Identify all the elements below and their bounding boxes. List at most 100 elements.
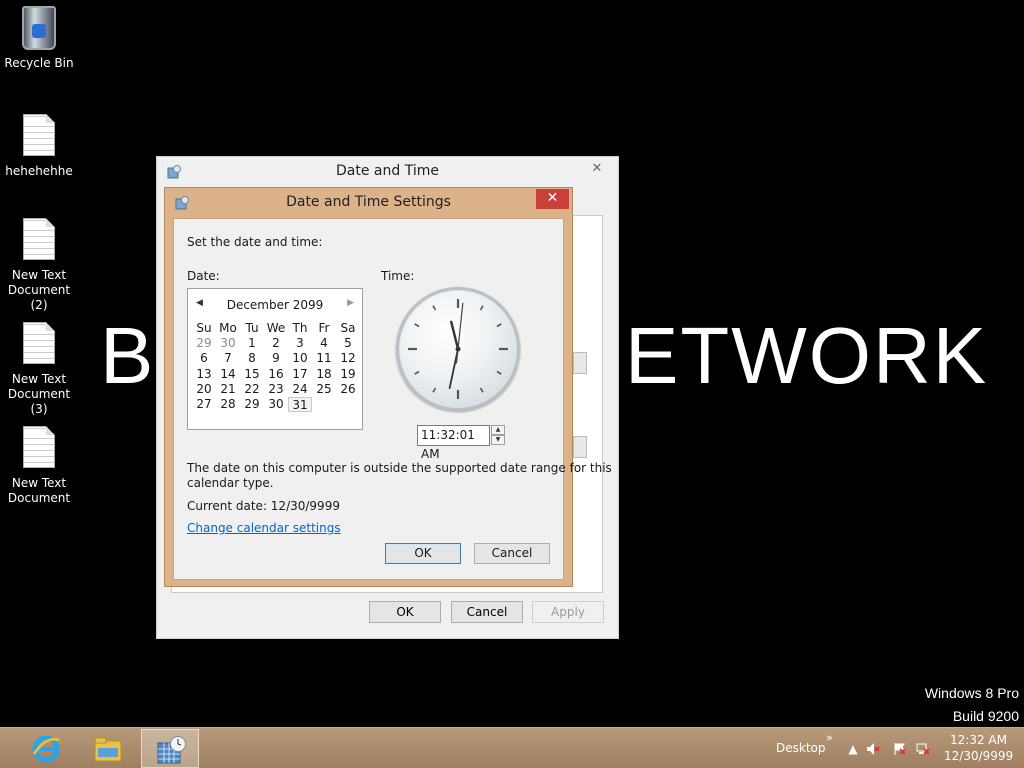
text-document-icon (23, 218, 55, 260)
calendar-day[interactable]: 25 (312, 382, 336, 397)
calendar-day[interactable]: 9 (264, 351, 288, 366)
action-center-flag-icon[interactable] (893, 742, 907, 756)
weekday-label: Th (292, 321, 308, 335)
network-disconnected-icon[interactable] (916, 742, 930, 756)
date-label: Date: (187, 269, 220, 283)
calendar-day[interactable]: 31 (288, 396, 312, 413)
show-hidden-icons-icon[interactable]: ▲ (846, 742, 860, 756)
calendar-day[interactable]: 11 (312, 351, 336, 366)
calendar-day[interactable]: 5 (336, 336, 360, 351)
clock-tick (414, 370, 420, 375)
calendar-week-row: 27 28 29 30 31 (192, 396, 360, 413)
spin-down-icon[interactable]: ▼ (491, 435, 505, 445)
date-time-settings-title: Date and Time Settings (286, 194, 451, 210)
warning-text-line1: The date on this computer is outside the… (187, 461, 612, 475)
calendar-day[interactable]: 13 (192, 367, 216, 382)
calendar-day[interactable]: 16 (264, 367, 288, 382)
calendar-day[interactable]: 3 (288, 336, 312, 351)
time-label: Time: (381, 269, 415, 283)
calendar-day[interactable]: 15 (240, 367, 264, 382)
tray-clock-date[interactable]: 12/30/9999 (944, 749, 1013, 763)
tray-clock-time[interactable]: 12:32 AM (950, 733, 1007, 747)
internet-explorer-icon (32, 735, 60, 763)
calendar-day[interactable]: 8 (240, 351, 264, 366)
desktop-icon-label: hehehehhe (5, 164, 73, 178)
clock-tick (479, 387, 484, 393)
date-time-settings-dialog: Date and Time Settings ✕ Set the date an… (164, 187, 612, 587)
date-time-settings-titlebar[interactable]: Date and Time Settings ✕ (165, 188, 572, 218)
ok-button[interactable]: OK (369, 601, 441, 623)
calendar-day[interactable]: 21 (216, 382, 240, 397)
calendar-day[interactable]: 28 (216, 397, 240, 412)
desktop-icon-hehehehhe[interactable]: hehehehhe (0, 114, 78, 179)
calendar-day[interactable]: 17 (288, 367, 312, 382)
weekday-label: Su (196, 321, 212, 335)
desktop-icon-new-text-document-3[interactable]: New Text Document (3) (0, 322, 78, 417)
text-document-icon (23, 322, 55, 364)
calendar-day[interactable]: 30 (216, 336, 240, 351)
cancel-button[interactable]: Cancel (451, 601, 523, 623)
apply-button[interactable]: Apply (532, 601, 604, 623)
calendar-day[interactable]: 23 (264, 382, 288, 397)
desktop-icon-new-text-document-2[interactable]: New Text Document (2) (0, 218, 78, 313)
text-document-icon (23, 114, 55, 156)
weekday-label: Tu (245, 321, 259, 335)
calendar-day[interactable]: 12 (336, 351, 360, 366)
calendar-day[interactable]: 19 (336, 367, 360, 382)
time-spinner[interactable]: ▲ ▼ (491, 425, 505, 446)
calendar-day[interactable]: 27 (192, 397, 216, 412)
calendar-day[interactable]: 29 (192, 336, 216, 351)
instruction-text: Set the date and time: (187, 235, 323, 249)
desktop-toolbar-label[interactable]: Desktop (776, 741, 826, 755)
calendar-week-row: 20 21 22 23 24 25 26 (192, 382, 360, 397)
close-button[interactable]: ✕ (536, 189, 569, 209)
calendar-day[interactable]: 30 (264, 397, 288, 412)
chevron-right-icon[interactable]: ▶ (347, 298, 354, 308)
calendar-day[interactable]: 20 (192, 382, 216, 397)
calendar-day[interactable]: 22 (240, 382, 264, 397)
calendar-month-year[interactable]: December 2099 (188, 298, 362, 312)
change-calendar-settings-link[interactable]: Change calendar settings (187, 521, 341, 535)
taskbar-date-and-time[interactable] (141, 729, 199, 768)
toolbar-chevron-icon[interactable]: » (826, 731, 833, 744)
calendar-week-row: 29 30 1 2 3 4 5 (192, 336, 360, 351)
calendar-day[interactable]: 14 (216, 367, 240, 382)
close-button[interactable]: ✕ (584, 160, 610, 178)
desktop-icon-label: New Text Document (2) (7, 268, 71, 312)
clock-hour-hand (450, 320, 460, 351)
calendar-day[interactable]: 10 (288, 351, 312, 366)
calendar-day[interactable]: 4 (312, 336, 336, 351)
calendar-day[interactable]: 26 (336, 382, 360, 397)
cancel-button[interactable]: Cancel (474, 543, 550, 564)
taskbar-file-explorer[interactable] (78, 729, 136, 768)
desktop-icon-label: New Text Document (3) (7, 372, 71, 416)
hidden-panel-button[interactable] (573, 436, 587, 458)
calendar-day[interactable]: 7 (216, 351, 240, 366)
clock-face (408, 299, 508, 399)
calendar-day[interactable]: 18 (312, 367, 336, 382)
volume-muted-icon[interactable] (866, 742, 880, 756)
clock-second-hand (455, 302, 464, 364)
clock-tick (414, 323, 420, 328)
clock-tick (479, 305, 484, 311)
clock-tick (496, 370, 502, 375)
taskbar-internet-explorer[interactable] (16, 729, 74, 768)
hidden-panel-button[interactable] (573, 352, 587, 374)
calendar-day[interactable]: 6 (192, 351, 216, 366)
date-time-window-titlebar[interactable]: Date and Time ✕ (157, 157, 618, 187)
file-explorer-icon (94, 737, 122, 762)
ok-button[interactable]: OK (385, 543, 461, 564)
calendar-day[interactable]: 29 (240, 397, 264, 412)
calendar[interactable]: ◀ December 2099 ▶ Su Mo Tu We Th Fr Sa 29 30 1 2 3 4… (187, 288, 363, 430)
time-input[interactable]: 11:32:01 AM (417, 425, 490, 461)
calendar-day[interactable]: 1 (240, 336, 264, 351)
desktop-icon-new-text-document[interactable]: New Text Document (0, 426, 78, 506)
analog-clock (396, 287, 520, 411)
clock-tick (432, 305, 437, 311)
calendar-week-row: 13 14 15 16 17 18 19 (192, 367, 360, 382)
calendar-weekday-header: Su Mo Tu We Th Fr Sa (192, 321, 360, 336)
spin-up-icon[interactable]: ▲ (491, 425, 505, 435)
desktop-icon-recycle-bin[interactable]: Recycle Bin (0, 6, 78, 71)
calendar-day[interactable]: 2 (264, 336, 288, 351)
calendar-day[interactable]: 24 (288, 382, 312, 397)
